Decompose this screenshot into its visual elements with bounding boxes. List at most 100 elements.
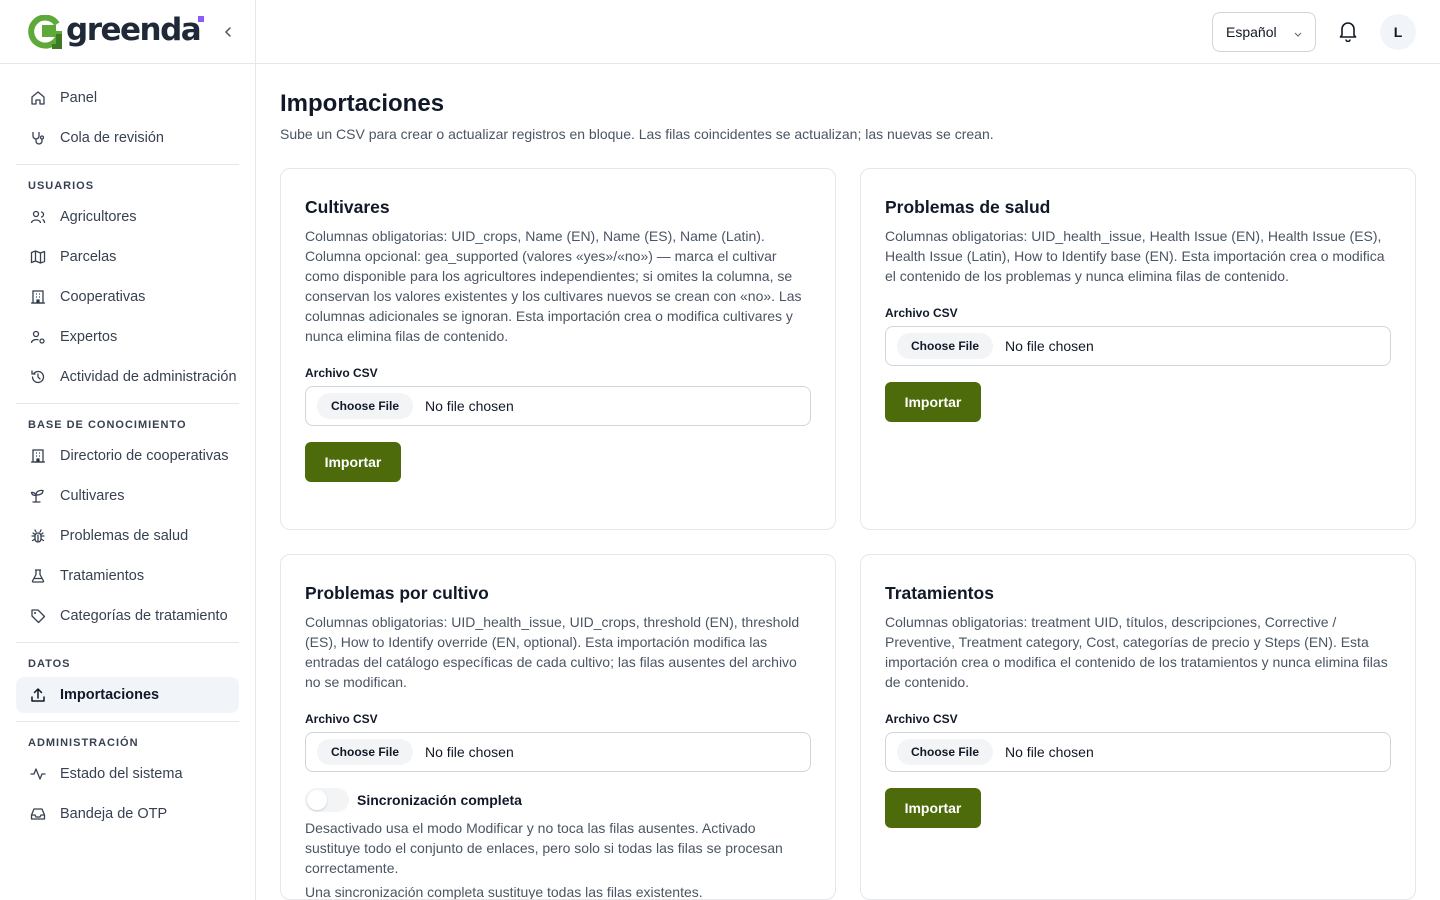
section-title-administracion: ADMINISTRACIÓN (28, 737, 139, 749)
sidebar-item-parcelas[interactable]: Parcelas (16, 239, 239, 275)
card-description: Columnas obligatorias: treatment UID, tí… (885, 614, 1388, 690)
sidebar-item-tratamientos[interactable]: Tratamientos (16, 558, 239, 594)
sidebar-nav: Panel Cola de revisión USUARIOS Agricult… (0, 64, 255, 832)
file-status: No file chosen (1005, 744, 1094, 760)
full-sync-note: Una sincronización completa sustituye to… (305, 884, 703, 900)
flask-icon (30, 568, 46, 584)
import-button[interactable]: Importar (305, 442, 401, 482)
sidebar-item-label: Expertos (60, 329, 118, 345)
full-sync-toggle[interactable] (305, 788, 349, 812)
sidebar-item-label: Cola de revisión (60, 130, 164, 146)
section-title-usuarios: USUARIOS (28, 180, 95, 192)
user-cog-icon (30, 329, 46, 345)
sidebar-item-label: Parcelas (60, 249, 117, 265)
upload-icon (30, 687, 46, 703)
bell-icon[interactable] (1338, 20, 1358, 43)
brand-name: greenda (66, 11, 202, 48)
sidebar-item-label: Problemas de salud (60, 528, 189, 544)
csv-field-label: Archivo CSV (305, 366, 378, 380)
sidebar-item-otp-inbox[interactable]: Bandeja de OTP (16, 796, 239, 832)
file-status: No file chosen (1005, 338, 1094, 354)
chevron-left-icon (224, 27, 231, 37)
sidebar-item-importaciones[interactable]: Importaciones (16, 677, 239, 713)
section-title-knowledge-base: BASE DE CONOCIMIENTO (28, 419, 187, 431)
sidebar-item-health-issues[interactable]: Problemas de salud (16, 518, 239, 554)
sprout-icon (30, 488, 46, 504)
csv-field-label: Archivo CSV (305, 712, 378, 726)
divider (16, 164, 239, 165)
language-select[interactable]: Español (1212, 12, 1316, 52)
sidebar-item-label: Panel (60, 90, 98, 106)
card-title: Problemas por cultivo (305, 583, 489, 603)
csv-file-input[interactable]: Choose File No file chosen (305, 386, 811, 426)
csv-field-label: Archivo CSV (885, 306, 958, 320)
full-sync-label: Sincronización completa (357, 792, 522, 808)
card-title: Cultivares (305, 197, 390, 217)
activity-icon (30, 766, 46, 782)
sidebar-item-label: Tratamientos (60, 568, 145, 584)
full-sync-help: Desactivado usa el modo Modificar y no t… (305, 820, 783, 876)
language-value: Español (1226, 24, 1277, 40)
sidebar-item-cooperativas[interactable]: Cooperativas (16, 279, 239, 315)
choose-file-button[interactable]: Choose File (317, 739, 414, 765)
sidebar-item-admin-activity[interactable]: Actividad de administración (16, 359, 239, 395)
sidebar-item-label: Actividad de administración (60, 369, 237, 385)
choose-file-button[interactable]: Choose File (317, 393, 414, 419)
stethoscope-icon (30, 130, 46, 146)
map-icon (30, 249, 46, 265)
import-card-treatments: Tratamientos Columnas obligatorias: trea… (860, 554, 1416, 900)
avatar[interactable]: L (1380, 14, 1416, 50)
card-title: Problemas de salud (885, 197, 1051, 217)
page-subtitle: Sube un CSV para crear o actualizar regi… (280, 126, 994, 142)
sidebar-item-coop-directory[interactable]: Directorio de cooperativas (16, 438, 239, 474)
topbar: Español L (256, 0, 1440, 64)
sidebar-item-panel[interactable]: Panel (16, 80, 239, 116)
sidebar-item-label: Directorio de cooperativas (60, 448, 229, 464)
divider (16, 403, 239, 404)
sidebar-item-label: Agricultores (60, 209, 137, 225)
greenda-logo-icon (28, 14, 63, 50)
sidebar-item-label: Cooperativas (60, 289, 146, 305)
full-sync-row: Sincronización completa (305, 788, 811, 812)
sidebar-item-treatment-categories[interactable]: Categorías de tratamiento (16, 598, 239, 634)
sidebar-item-system-status[interactable]: Estado del sistema (16, 756, 239, 792)
sidebar-item-review-queue[interactable]: Cola de revisión (16, 120, 239, 156)
sidebar: greenda Panel Cola de revisión USUARIOS … (0, 0, 256, 900)
users-icon (30, 209, 46, 225)
home-icon (30, 90, 46, 106)
import-card-crop-issues: Problemas por cultivo Columnas obligator… (280, 554, 836, 900)
sidebar-item-label: Cultivares (60, 488, 125, 504)
card-description: Columnas obligatorias: UID_health_issue,… (885, 228, 1385, 284)
collapse-sidebar-button[interactable] (218, 22, 238, 42)
bug-icon (30, 528, 46, 544)
import-card-cultivares: Cultivares Columnas obligatorias: UID_cr… (280, 168, 836, 530)
history-icon (30, 369, 46, 385)
sidebar-item-expertos[interactable]: Expertos (16, 319, 239, 355)
file-status: No file chosen (425, 744, 514, 760)
section-title-datos: DATOS (28, 658, 71, 670)
divider (16, 642, 239, 643)
page-title: Importaciones (280, 90, 445, 117)
import-button[interactable]: Importar (885, 382, 981, 422)
csv-file-input[interactable]: Choose File No file chosen (885, 326, 1391, 366)
chevron-down-icon (1293, 26, 1303, 42)
card-title: Tratamientos (885, 583, 994, 603)
divider (16, 721, 239, 722)
csv-file-input[interactable]: Choose File No file chosen (305, 732, 811, 772)
import-button[interactable]: Importar (885, 788, 981, 828)
import-card-health-issues: Problemas de salud Columnas obligatorias… (860, 168, 1416, 530)
brand-dot (198, 16, 204, 22)
sidebar-item-cultivares[interactable]: Cultivares (16, 478, 239, 514)
choose-file-button[interactable]: Choose File (897, 739, 994, 765)
logo-bar: greenda (0, 0, 255, 64)
building-icon (30, 448, 46, 464)
sidebar-item-label: Importaciones (60, 687, 160, 703)
sidebar-item-label: Estado del sistema (60, 766, 183, 782)
csv-field-label: Archivo CSV (885, 712, 958, 726)
csv-file-input[interactable]: Choose File No file chosen (885, 732, 1391, 772)
choose-file-button[interactable]: Choose File (897, 333, 994, 359)
sidebar-item-label: Bandeja de OTP (60, 806, 168, 822)
building-icon (30, 289, 46, 305)
card-description: Columnas obligatorias: UID_crops, Name (… (305, 228, 802, 344)
sidebar-item-agricultores[interactable]: Agricultores (16, 199, 239, 235)
